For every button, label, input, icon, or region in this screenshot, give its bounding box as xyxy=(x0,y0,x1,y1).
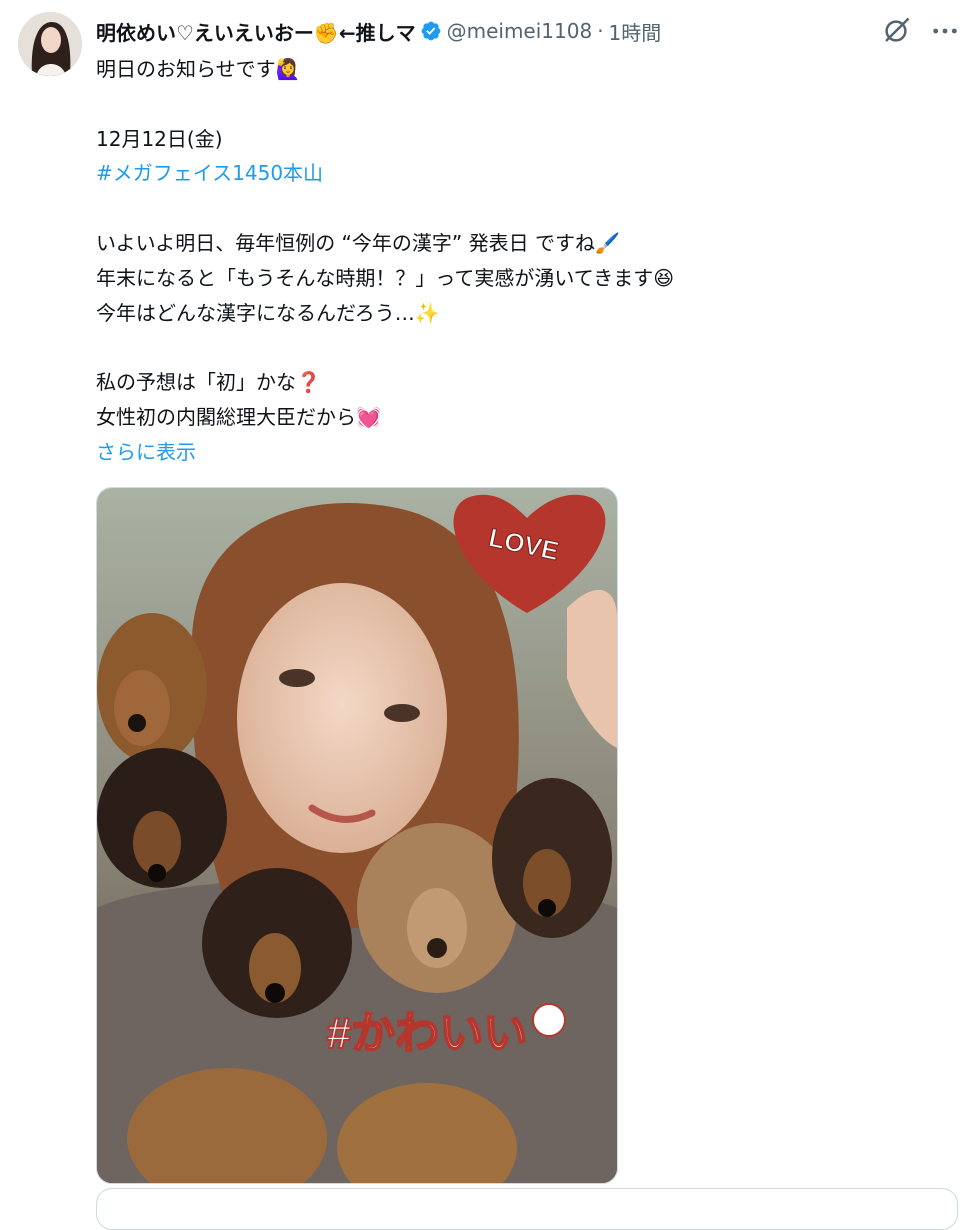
verified-badge-icon xyxy=(421,21,440,41)
separator-dot: · xyxy=(597,19,604,43)
avatar[interactable] xyxy=(18,12,82,76)
hashtag-link[interactable]: #メガフェイス1450本山 xyxy=(96,161,323,185)
user-handle[interactable]: @meimei1108 xyxy=(447,19,593,43)
text-line: 私の予想は「初」かな❓ xyxy=(96,370,321,395)
text-line xyxy=(96,330,876,365)
text-line: いよいよ明日、毎年恒例の “今年の漢字” 発表日 ですね🖌️ xyxy=(96,230,620,255)
smiley-sticker xyxy=(532,1003,566,1037)
text-line xyxy=(96,191,876,226)
text-line: 年末になると「もうそんな時期！？」って実感が湧いてきます😆 xyxy=(96,265,675,290)
display-name[interactable]: 明依めい♡えいえいおー✊←推しマ xyxy=(96,17,416,46)
tweet-header: 明依めい♡えいえいおー✊←推しマ @meimei1108 · 1時間 xyxy=(96,14,961,48)
bottom-card[interactable] xyxy=(96,1188,958,1230)
tweet-text: 明日のお知らせです🙋‍♀️ 12月12日(金) #メガフェイス1450本山 いよ… xyxy=(96,52,876,470)
tweet-photo[interactable]: LOVE #かわいい xyxy=(96,487,618,1184)
text-line: 今年はどんな漢字になるんだろう…✨ xyxy=(96,300,440,325)
timestamp[interactable]: 1時間 xyxy=(609,17,662,46)
kawaii-sticker: #かわいい xyxy=(327,1009,527,1058)
show-more-link[interactable]: さらに表示 xyxy=(96,440,196,464)
text-line xyxy=(96,87,876,122)
text-line: 女性初の内閣総理大臣だから💓 xyxy=(96,404,381,429)
text-line: 12月12日(金) xyxy=(96,126,223,151)
text-line: 明日のお知らせです🙋‍♀️ xyxy=(96,57,301,81)
more-icon[interactable] xyxy=(929,15,961,47)
grok-icon[interactable] xyxy=(881,16,911,46)
